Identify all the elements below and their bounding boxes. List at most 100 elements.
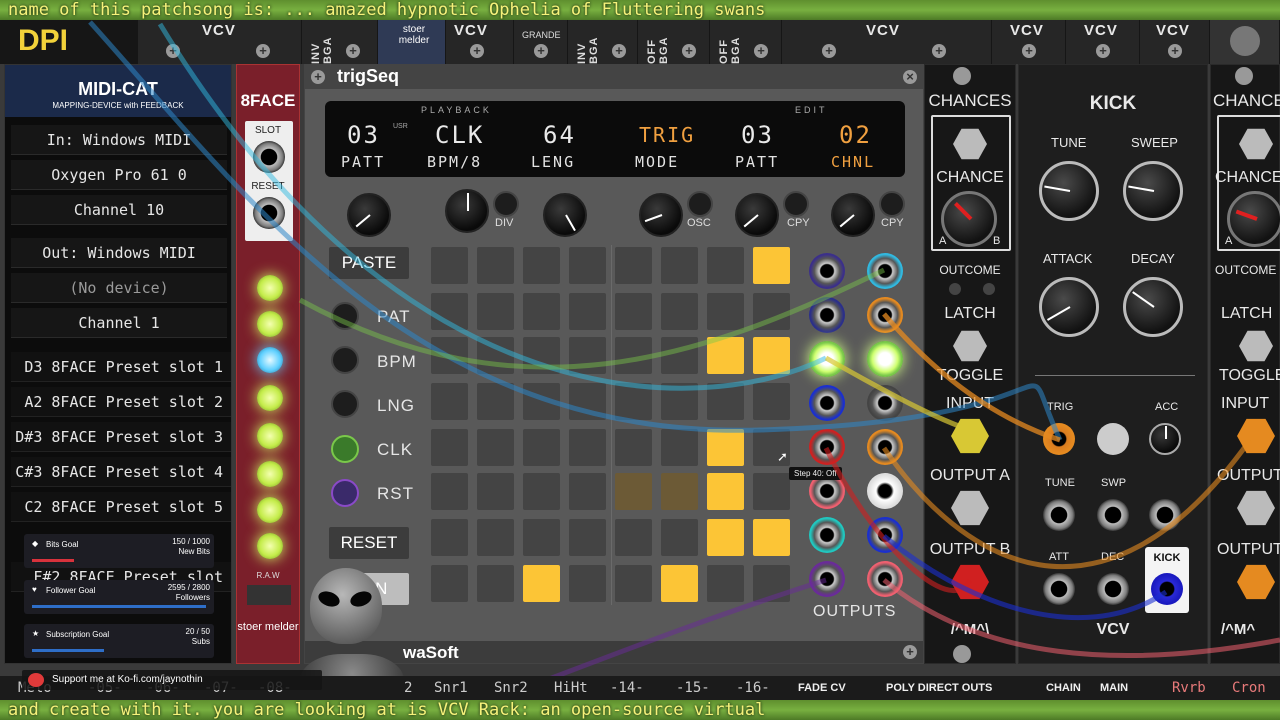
latch-jack[interactable]: [953, 330, 987, 362]
preset-led-active[interactable]: [257, 347, 283, 373]
vcv-module-4[interactable]: VCV +: [992, 20, 1066, 64]
trig-input-jack[interactable]: [1043, 423, 1075, 455]
midi-cat-module[interactable]: MIDI-CAT MAPPING-DEVICE with FEEDBACK In…: [4, 64, 232, 664]
copy-button[interactable]: [783, 191, 809, 217]
paste-button[interactable]: PASTE: [329, 247, 409, 279]
step-button[interactable]: [661, 247, 698, 284]
step-button[interactable]: [615, 337, 652, 374]
preset-led[interactable]: [257, 311, 283, 337]
preset-led[interactable]: [257, 275, 283, 301]
kick-output-jack[interactable]: [1151, 573, 1183, 605]
clk-input-jack[interactable]: [331, 435, 359, 463]
vcv-module-2[interactable]: VCV +: [446, 20, 514, 64]
step-button[interactable]: [523, 293, 560, 330]
vcv-module-5[interactable]: VCV +: [1066, 20, 1140, 64]
output-jack[interactable]: [809, 429, 845, 465]
step-button[interactable]: [615, 247, 652, 284]
step-button[interactable]: [569, 293, 606, 330]
step-button[interactable]: [569, 473, 606, 510]
sweep-knob[interactable]: [1123, 161, 1183, 221]
step-button[interactable]: [431, 247, 468, 284]
vcv-rack-workspace[interactable]: name of this patchsong is: ... amazed hy…: [0, 0, 1280, 720]
input-jack[interactable]: [951, 418, 989, 454]
output-a-jack[interactable]: [951, 490, 989, 526]
step-button[interactable]: [661, 337, 698, 374]
length-knob[interactable]: [543, 193, 587, 237]
step-button[interactable]: [431, 429, 468, 466]
step-button[interactable]: [569, 247, 606, 284]
step-button[interactable]: [477, 383, 514, 420]
preset-led[interactable]: [257, 461, 283, 487]
preset-led[interactable]: [257, 423, 283, 449]
step-button-active[interactable]: [707, 429, 744, 466]
preset-led[interactable]: [257, 533, 283, 559]
step-button-active[interactable]: [707, 473, 744, 510]
mapping-slot[interactable]: D#3 8FACE Preset slot 3: [11, 422, 231, 452]
decay-cv-jack[interactable]: [1097, 573, 1129, 605]
step-button[interactable]: [431, 383, 468, 420]
output-jack[interactable]: [867, 517, 903, 553]
dpi-module[interactable]: DPI: [0, 20, 138, 64]
step-button[interactable]: [707, 565, 744, 602]
partial-module[interactable]: [1210, 20, 1280, 64]
step-button-active[interactable]: [707, 519, 744, 556]
trig-button[interactable]: [1097, 423, 1129, 455]
step-button[interactable]: [615, 473, 652, 510]
output-jack[interactable]: [867, 253, 903, 289]
chance-knob[interactable]: [1227, 191, 1280, 247]
attack-cv-jack[interactable]: [1043, 573, 1075, 605]
mapping-slot[interactable]: C2 8FACE Preset slot 5: [11, 492, 231, 522]
step-button[interactable]: [569, 429, 606, 466]
lng-input-jack[interactable]: [331, 390, 359, 418]
step-button-active[interactable]: [753, 519, 790, 556]
step-button[interactable]: [477, 565, 514, 602]
step-button[interactable]: [661, 429, 698, 466]
chances-module[interactable]: CHANCES CHANCE A B OUTCOME LATCH TOGGLE …: [924, 64, 1016, 664]
mapping-slot[interactable]: C#3 8FACE Preset slot 4: [11, 457, 231, 487]
output-jack[interactable]: [867, 297, 903, 333]
step-button-active[interactable]: [523, 565, 560, 602]
step-button[interactable]: [431, 337, 468, 374]
tune-cv-jack[interactable]: [1043, 499, 1075, 531]
output-b-jack[interactable]: [951, 564, 989, 600]
output-a-jack[interactable]: [1237, 490, 1275, 526]
step-button[interactable]: [523, 429, 560, 466]
output-jack[interactable]: [867, 561, 903, 597]
step-button[interactable]: [523, 383, 560, 420]
sweep-cv-jack[interactable]: [1097, 499, 1129, 531]
output-jack[interactable]: [809, 297, 845, 333]
mode-knob[interactable]: [639, 193, 683, 237]
step-button[interactable]: [431, 293, 468, 330]
step-button[interactable]: [753, 293, 790, 330]
pat-input-jack[interactable]: [331, 302, 359, 330]
output-jack[interactable]: [809, 253, 845, 289]
step-button[interactable]: [615, 429, 652, 466]
step-button[interactable]: [661, 293, 698, 330]
step-button[interactable]: [523, 337, 560, 374]
stoermelder-module[interactable]: stoer melder: [378, 20, 446, 64]
attack-knob[interactable]: [1039, 277, 1099, 337]
step-button[interactable]: [477, 293, 514, 330]
rst-input-jack[interactable]: [331, 479, 359, 507]
midi-input-driver[interactable]: In: Windows MIDI: [11, 125, 227, 155]
step-button[interactable]: [615, 383, 652, 420]
step-button[interactable]: [523, 247, 560, 284]
step-button[interactable]: [477, 247, 514, 284]
midi-output-device[interactable]: (No device): [11, 273, 227, 303]
eightface-module[interactable]: 8FACE SLOT RESET R.A.W stoer melder: [236, 64, 300, 664]
step-button[interactable]: [753, 565, 790, 602]
step-button[interactable]: [615, 565, 652, 602]
step-button-active[interactable]: [661, 565, 698, 602]
step-button[interactable]: [431, 565, 468, 602]
step-button[interactable]: [523, 519, 560, 556]
step-button-active[interactable]: [753, 337, 790, 374]
step-button[interactable]: [477, 473, 514, 510]
inv-bga-module-2[interactable]: INV BGA +: [568, 20, 638, 64]
vcv-module-3[interactable]: VCV + +: [782, 20, 992, 64]
accent-cv-jack[interactable]: [1149, 499, 1181, 531]
midi-input-device[interactable]: Oxygen Pro 61 0: [11, 160, 227, 190]
kick-module[interactable]: KICK TUNE SWEEP ATTACK DECAY TRIG ACC TU…: [1018, 64, 1208, 664]
channel-knob[interactable]: [831, 193, 875, 237]
output-jack[interactable]: [809, 341, 845, 377]
midi-output-driver[interactable]: Out: Windows MIDI: [11, 238, 227, 268]
